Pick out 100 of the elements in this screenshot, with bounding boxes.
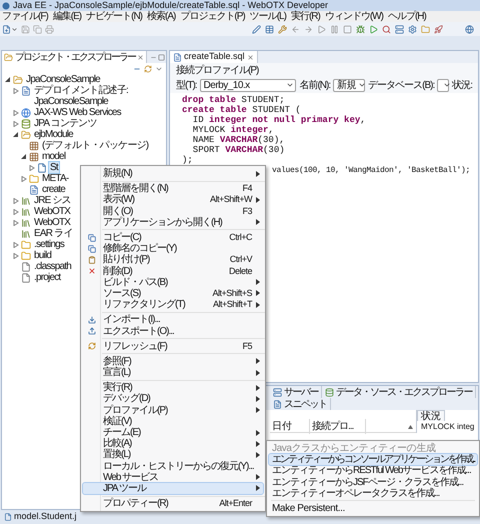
wrench-icon[interactable] [278, 24, 287, 34]
view-tab[interactable]: スニペット [270, 398, 330, 410]
globe-icon[interactable] [465, 24, 474, 34]
menu-item[interactable]: エンティティーからJSFページ・クラスを作成... [269, 476, 477, 488]
run-icon[interactable] [369, 24, 378, 34]
triangle-icon[interactable] [5, 76, 11, 82]
search-icon[interactable] [382, 24, 391, 34]
menu-item[interactable]: 表示(W) Alt+Shift+W [83, 194, 263, 206]
bug-icon[interactable] [356, 24, 365, 34]
folder-icon[interactable] [421, 24, 430, 34]
caret-icon[interactable] [13, 242, 19, 248]
arrow-left-icon[interactable] [291, 24, 300, 34]
menu-item[interactable]: 修飾名のコピー(Y) [83, 243, 263, 254]
menu-bar-item[interactable]: ヘルプ(H) [388, 11, 426, 22]
caret-icon[interactable] [13, 220, 19, 226]
menu-bar-item[interactable]: 実行(R) [290, 11, 320, 22]
tree-item[interactable]: build [33, 250, 52, 261]
tree-item[interactable]: .classpath [33, 261, 72, 272]
tree-item[interactable]: WebOTX [33, 217, 72, 228]
play-icon[interactable] [317, 24, 326, 34]
menu-item[interactable]: プロパティー(R) Alt+Enter [83, 498, 263, 510]
menu-item[interactable]: エクスポート(O)... [83, 325, 263, 337]
menu-bar-item[interactable]: 編集(E) [52, 11, 82, 22]
triangle-icon[interactable] [21, 154, 27, 160]
tree-item[interactable]: .project [33, 272, 62, 283]
column-header[interactable]: 接続プロ... [310, 419, 366, 434]
menu-item[interactable]: インポート(I)... [83, 314, 263, 326]
table-icon[interactable] [265, 24, 274, 34]
menu-item[interactable]: 検証(V) [83, 416, 263, 427]
tree-item[interactable]: JRE シス [33, 195, 72, 206]
caret-icon[interactable] [21, 176, 27, 182]
caret-icon[interactable] [13, 88, 19, 94]
menu-item[interactable]: Web サービス [83, 472, 263, 483]
explorer-tab[interactable]: プロジェクト・エクスプローラー [2, 51, 147, 63]
menu-item[interactable]: Make Persistent... [269, 502, 477, 514]
menu-item[interactable]: 貼り付け(P) Ctrl+V [83, 254, 263, 266]
close-icon[interactable] [137, 54, 144, 60]
menu-item[interactable]: ビルド・パス(B) [83, 276, 263, 288]
menu-bar-item[interactable]: ファイル(F) [2, 11, 48, 22]
server-icon[interactable] [395, 24, 404, 34]
tree-item[interactable]: .settings [33, 239, 66, 250]
caret-icon[interactable] [29, 164, 35, 170]
new-file-icon[interactable] [2, 24, 11, 34]
menu-bar-item[interactable]: ツール(L) [250, 11, 286, 22]
tree-item[interactable]: META- [41, 173, 70, 184]
view-tab[interactable]: サーバー [270, 386, 322, 398]
type-dropdown[interactable]: Derby_10.x [200, 78, 296, 92]
scroll-up-arrow-icon[interactable] [408, 424, 413, 428]
tree-item[interactable]: デプロイメント記述子: JpaConsoleSample [33, 85, 164, 107]
caret-icon[interactable] [13, 110, 19, 116]
menu-item[interactable]: ローカル・ヒストリーからの復元(Y)... [83, 460, 263, 472]
menu-bar-item[interactable]: プロジェクト(P) [180, 11, 245, 22]
menu-item[interactable]: ソース(S) Alt+Shift+S [83, 288, 263, 300]
caret-icon[interactable] [13, 198, 19, 204]
menu-item[interactable]: 宣言(L) [83, 367, 263, 378]
stop-icon[interactable] [343, 24, 352, 34]
triangle-icon[interactable] [13, 132, 19, 138]
maximize-icon[interactable] [158, 54, 165, 60]
menu-item[interactable]: 開く(O) F3 [83, 206, 263, 217]
pen-icon[interactable] [252, 24, 261, 34]
menu-item[interactable]: 新規(N) [83, 168, 263, 180]
column-header[interactable]: 日付 [270, 419, 310, 434]
caret-icon[interactable] [13, 120, 19, 126]
menu-bar-item[interactable]: ウィンドウ(W) [324, 11, 383, 22]
save-icon[interactable] [21, 24, 30, 34]
tree-item[interactable]: ejbModule [33, 129, 74, 140]
gear-icon[interactable] [408, 24, 417, 34]
menu-item[interactable]: リファクタリング(T) Alt+Shift+T [83, 299, 263, 310]
menu-item[interactable]: アプリケーションから開く(H) [83, 216, 263, 228]
tree-item[interactable]: JPA コンテンツ [33, 118, 98, 129]
tree-item[interactable]: (デフォルト・パッケージ) [41, 140, 150, 151]
tree-item[interactable]: JpaConsoleSample [25, 74, 101, 85]
caret-icon[interactable] [13, 208, 19, 214]
view-tab[interactable]: データ・ソース・エクスプローラー [322, 386, 476, 398]
menu-item[interactable]: コピー(C) Ctrl+C [83, 232, 263, 244]
tree-item[interactable]: JAX-WS Web Services [33, 107, 122, 118]
tree-item[interactable]: EAR ライ [33, 228, 74, 239]
pause-icon[interactable] [330, 24, 339, 34]
status-tab[interactable]: 状況 [417, 410, 445, 421]
menu-item[interactable]: 置換(L) [83, 449, 263, 460]
caret-icon[interactable] [13, 252, 19, 258]
menu-item[interactable]: 型階層を開く(N) F4 [83, 183, 263, 194]
database-dropdown[interactable] [437, 78, 450, 92]
menu-item[interactable]: 削除(D) Delete [83, 266, 263, 277]
menu-item[interactable]: 実行(R) [83, 382, 263, 394]
arrow-right-icon[interactable] [304, 24, 313, 34]
menu-item[interactable]: デバッグ(D) [83, 393, 263, 405]
menu-item[interactable]: エンティティーオペレータクラスを作成... [269, 488, 477, 499]
tree-item[interactable]: WebOTX [33, 206, 72, 217]
tree-item[interactable]: St [49, 162, 59, 173]
menu-item[interactable]: チーム(E) [83, 426, 263, 438]
menu-item[interactable]: 比較(A) [83, 438, 263, 450]
tree-item[interactable]: model [41, 151, 66, 162]
editor-tab[interactable]: createTable.sql [170, 51, 258, 63]
rocket-icon[interactable] [434, 24, 443, 34]
menu-item[interactable]: リフレッシュ(F) F5 [83, 340, 263, 352]
tree-item[interactable]: create [41, 184, 66, 195]
menu-bar-item[interactable]: 検索(A) [147, 11, 176, 22]
name-dropdown[interactable]: 新規 [333, 78, 366, 92]
menu-item[interactable]: JPA ツール [83, 482, 263, 494]
